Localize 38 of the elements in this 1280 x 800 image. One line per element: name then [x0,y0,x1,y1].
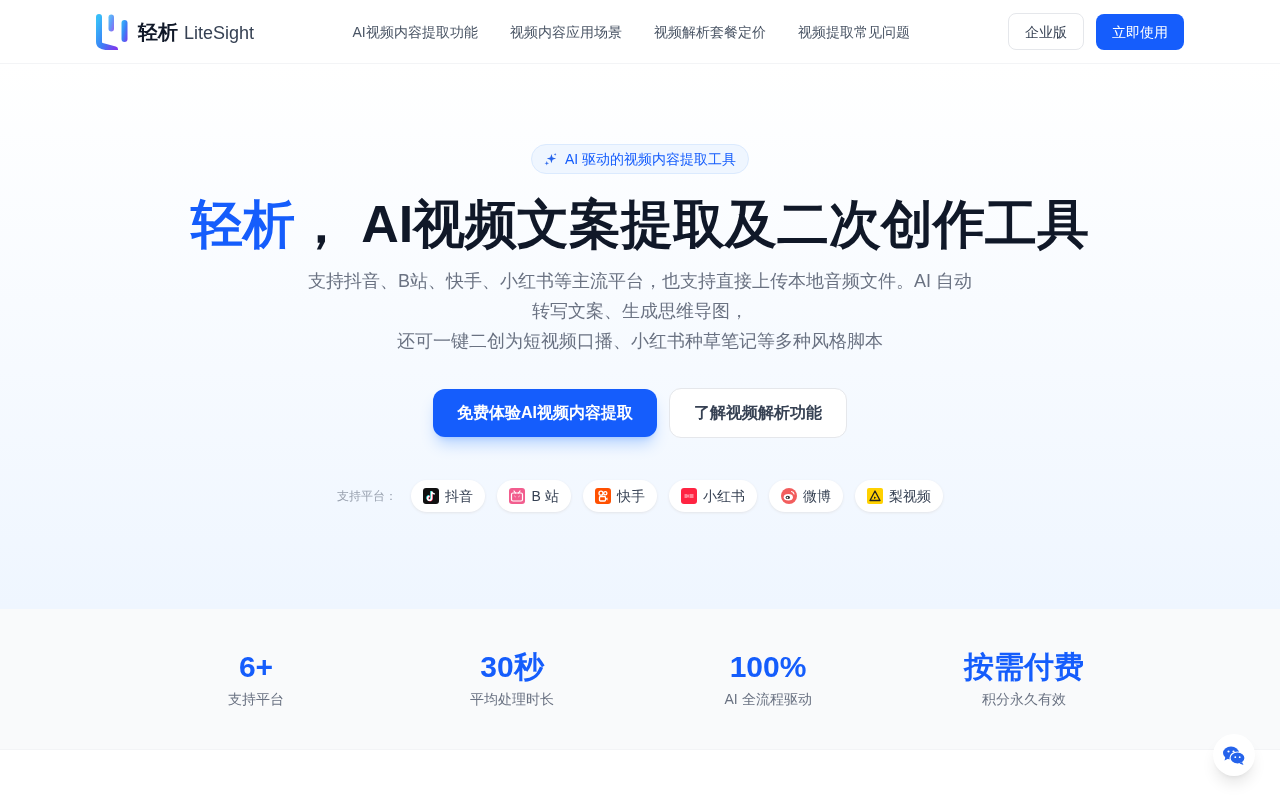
stat-label: 积分永久有效 [982,690,1066,709]
hero-title: 轻析， AI视频文案提取及二次创作工具 [190,194,1090,254]
note-tile-icon [680,488,697,504]
platform-name: 微博 [802,487,831,506]
sparkles-icon [543,152,557,166]
platforms-label: 支持平台： [337,488,398,504]
stat-label: AI 全流程驱动 [724,690,812,709]
stat-label: 支持平台 [228,690,284,709]
triangle-icon [866,488,883,504]
stat-value: 6+ [238,649,274,685]
learn-more-button[interactable]: 了解视频解析功能 [669,388,847,438]
badge-text: AI 驱动的视频内容提取工具 [564,150,737,169]
logo-name: 轻析 [138,19,178,45]
camera-tile-icon [594,488,611,504]
hero-description: 支持抖音、B站、快手、小红书等主流平台，也支持直接上传本地音频文件。AI 自动 转写文案、生成思维导图， 还可一键二创为短视频口播、小红书种草笔记等多种风格脚本 [308,270,972,353]
logo-icon [96,13,128,50]
eye-icon [780,488,797,504]
nav-link[interactable]: 视频内容应用场景 [509,21,622,42]
stat-label: 平均处理时长 [470,690,554,709]
stat-value: 按需付费 [964,649,1084,685]
try-free-button[interactable]: 免费体验AI视频内容提取 [433,389,657,437]
stat-value: 30秒 [480,649,544,685]
stat-value: 100% [729,649,807,685]
platform-name: 小红书 [702,487,745,506]
platform-name: 快手 [616,487,645,506]
nav-link[interactable]: 视频提取常见问题 [797,21,910,42]
logo-wordmark: LiteSight [184,21,255,45]
start-button[interactable]: 立即使用 [1096,13,1184,50]
chat-bubbles-icon [1223,745,1245,765]
chat-button[interactable] [1213,734,1255,776]
nav-link[interactable]: 视频解析套餐定价 [653,21,766,42]
music-note-icon [423,488,440,504]
platform-name: B 站 [531,487,559,506]
nav-link[interactable]: AI视频内容提取功能 [352,21,478,42]
enterprise-button[interactable]: 企业版 [1008,13,1084,50]
tv-icon [509,488,526,504]
platform-name: 梨视频 [888,487,931,506]
platform-name: 抖音 [445,487,474,506]
